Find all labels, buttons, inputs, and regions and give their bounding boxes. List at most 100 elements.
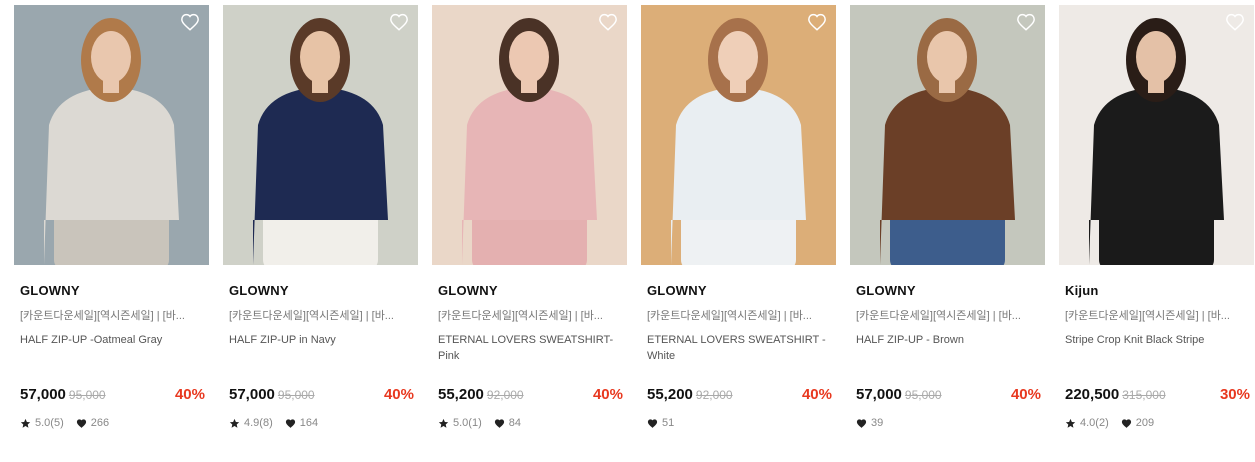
rating-value: 5.0(1) (453, 417, 482, 429)
price-row: 220,500 315,000 30% (1065, 386, 1250, 406)
model-face (509, 31, 549, 83)
product-meta: 4.0(2) 209 (1065, 417, 1166, 429)
likes: 39 (856, 417, 883, 429)
likes: 51 (647, 417, 674, 429)
product-card[interactable]: GLOWNY [카운트다운세일][역시즌세일] | [바... ETERNAL … (432, 5, 627, 455)
brand-name[interactable]: GLOWNY (20, 283, 80, 298)
product-meta: 5.0(1) 84 (438, 417, 533, 429)
model-face (927, 31, 967, 83)
likes-count: 84 (508, 417, 521, 429)
discount-rate: 40% (174, 386, 205, 403)
product-meta: 39 (856, 417, 895, 429)
price-row: 55,200 92,000 40% (438, 386, 623, 406)
heart-icon (76, 418, 86, 428)
star-icon (20, 418, 31, 428)
heart-icon (1121, 418, 1131, 428)
heart-icon (285, 418, 295, 428)
wishlist-heart-icon[interactable] (1225, 13, 1245, 31)
promo-tags: [카운트다운세일][역시즌세일] | [바... (20, 310, 185, 322)
promo-tags: [카운트다운세일][역시즌세일] | [바... (647, 310, 812, 322)
likes-count: 164 (299, 417, 319, 429)
discount-rate: 40% (592, 386, 623, 403)
product-image[interactable] (850, 5, 1045, 265)
discount-rate: 40% (383, 386, 414, 403)
price-row: 57,000 95,000 40% (229, 386, 414, 406)
product-image[interactable] (641, 5, 836, 265)
model-neck (939, 77, 955, 93)
price-row: 55,200 92,000 40% (647, 386, 832, 406)
product-name[interactable]: HALF ZIP-UP in Navy (229, 332, 414, 348)
model-neck (521, 77, 537, 93)
likes: 84 (494, 417, 521, 429)
likes: 266 (76, 417, 109, 429)
original-price: 92,000 (695, 388, 733, 402)
promo-tags: [카운트다운세일][역시즌세일] | [바... (856, 310, 1021, 322)
model-face (718, 31, 758, 83)
discount-rate: 40% (1010, 386, 1041, 403)
sale-price: 57,000 (20, 386, 66, 403)
brand-name[interactable]: GLOWNY (856, 283, 916, 298)
model-face (91, 31, 131, 83)
wishlist-heart-icon[interactable] (389, 13, 409, 31)
model-neck (1148, 77, 1164, 93)
product-meta: 4.9(8) 164 (229, 417, 330, 429)
original-price: 315,000 (1122, 388, 1166, 402)
rating-value: 5.0(5) (35, 417, 64, 429)
brand-name[interactable]: Kijun (1065, 283, 1099, 298)
price-row: 57,000 95,000 40% (856, 386, 1041, 406)
model-face (300, 31, 340, 83)
rating: 4.9(8) (229, 417, 273, 429)
sale-price: 220,500 (1065, 386, 1120, 403)
product-name[interactable]: HALF ZIP-UP -Oatmeal Gray (20, 332, 205, 348)
product-card[interactable]: GLOWNY [카운트다운세일][역시즌세일] | [바... HALF ZIP… (850, 5, 1045, 455)
likes: 209 (1121, 417, 1154, 429)
heart-icon (494, 418, 504, 428)
promo-tags: [카운트다운세일][역시즌세일] | [바... (438, 310, 603, 322)
product-card[interactable]: GLOWNY [카운트다운세일][역시즌세일] | [바... HALF ZIP… (223, 5, 418, 455)
rating: 5.0(1) (438, 417, 482, 429)
discount-rate: 30% (1219, 386, 1250, 403)
product-card[interactable]: Kijun [카운트다운세일][역시즌세일] | [바... Stripe Cr… (1059, 5, 1254, 455)
likes: 164 (285, 417, 318, 429)
heart-icon (856, 418, 867, 428)
promo-tags: [카운트다운세일][역시즌세일] | [바... (229, 310, 394, 322)
wishlist-heart-icon[interactable] (598, 13, 618, 31)
wishlist-heart-icon[interactable] (807, 13, 827, 31)
rating: 4.0(2) (1065, 417, 1109, 429)
product-card[interactable]: GLOWNY [카운트다운세일][역시즌세일] | [바... ETERNAL … (641, 5, 836, 455)
promo-tags: [카운트다운세일][역시즌세일] | [바... (1065, 310, 1230, 322)
wishlist-heart-icon[interactable] (1016, 13, 1036, 31)
price-row: 57,000 95,000 40% (20, 386, 205, 406)
product-name[interactable]: Stripe Crop Knit Black Stripe (1065, 332, 1250, 348)
model-neck (103, 77, 119, 93)
product-grid: GLOWNY [카운트다운세일][역시즌세일] | [바... HALF ZIP… (0, 0, 1255, 462)
product-meta: 51 (647, 417, 686, 429)
likes-count: 209 (1135, 417, 1155, 429)
star-icon (229, 418, 240, 428)
rating: 5.0(5) (20, 417, 64, 429)
product-image[interactable] (223, 5, 418, 265)
product-image[interactable] (432, 5, 627, 265)
brand-name[interactable]: GLOWNY (647, 283, 707, 298)
original-price: 95,000 (904, 388, 942, 402)
product-name[interactable]: ETERNAL LOVERS SWEATSHIRT - White (647, 332, 832, 364)
star-icon (1065, 418, 1076, 428)
rating-value: 4.9(8) (244, 417, 273, 429)
likes-count: 39 (871, 417, 884, 429)
sale-price: 55,200 (647, 386, 693, 403)
rating-value: 4.0(2) (1080, 417, 1109, 429)
discount-rate: 40% (801, 386, 832, 403)
product-image[interactable] (14, 5, 209, 265)
wishlist-heart-icon[interactable] (180, 13, 200, 31)
heart-icon (647, 418, 658, 428)
brand-name[interactable]: GLOWNY (229, 283, 289, 298)
product-image[interactable] (1059, 5, 1254, 265)
product-name[interactable]: HALF ZIP-UP - Brown (856, 332, 1041, 348)
model-neck (312, 77, 328, 93)
likes-count: 51 (662, 417, 675, 429)
original-price: 92,000 (486, 388, 524, 402)
likes-count: 266 (90, 417, 110, 429)
product-name[interactable]: ETERNAL LOVERS SWEATSHIRT- Pink (438, 332, 623, 364)
brand-name[interactable]: GLOWNY (438, 283, 498, 298)
product-card[interactable]: GLOWNY [카운트다운세일][역시즌세일] | [바... HALF ZIP… (14, 5, 209, 455)
